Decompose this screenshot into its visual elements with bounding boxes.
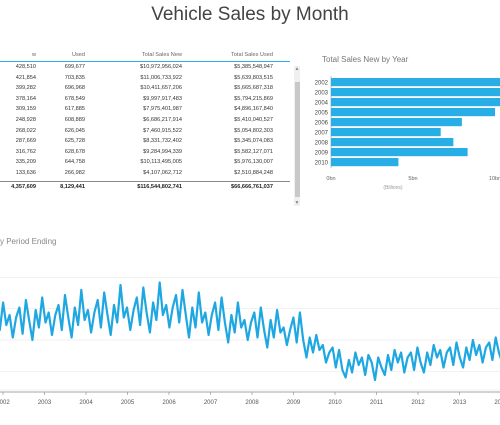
table-cell: 399,282 [15,85,36,92]
bar-category-label: 2009 [315,151,329,157]
column-header[interactable]: w [32,50,36,60]
table-cell: 335,209 [15,159,36,166]
table-cell: $5,794,215,869 [234,95,273,102]
line-chart: 2002 2003 2004 2005 2006 2007 2008 2009 2010 2011… [0,277,500,406]
bar [331,78,500,87]
total-cell: 4,357,609 [11,183,36,190]
dashboard: Vehicle Sales by Month w Used Total Sale… [0,0,500,425]
bar-category-label: 2005 [315,111,329,117]
line-x-tick-label: 2011 [370,400,384,406]
table-cell: 316,762 [15,148,36,155]
bar-category-label: 2010 [315,161,329,167]
column-header[interactable]: Total Sales Used [231,50,273,60]
bar [331,128,441,137]
dashboard-title: Vehicle Sales by Month [151,4,349,25]
line-x-tick-label: 2014 [494,400,500,406]
bar [331,138,454,147]
bar-category-label: 2006 [315,121,329,127]
total-cell: $66,666,761,037 [231,183,273,190]
table-cell: 628,678 [64,148,85,155]
line-x-tick-label: 2005 [121,400,135,406]
bar [331,88,500,97]
table-cell: 248,928 [15,117,36,123]
line-x-tick-label: 2002 [0,400,10,406]
line-x-tick-label: 2013 [453,400,467,406]
bar-x-tick-label: 5bn [408,176,417,182]
table-cell: $10,411,657,206 [140,85,182,92]
table-cell: $4,107,062,712 [143,170,182,176]
bar [331,158,399,167]
line-x-tick-label: 2008 [245,400,259,406]
bar-category-label: 2002 [315,81,329,87]
table-cell: $7,460,915,522 [143,127,182,134]
table-total-row: 4,357,609 8,129,441 $116,544,802,741 $66… [0,180,290,193]
bar [331,98,500,107]
series-line [0,281,500,382]
bar-category-label: 2008 [315,141,329,147]
table-cell: 266,982 [64,170,85,176]
table-cell: $4,896,167,840 [234,106,273,113]
total-cell: $116,544,802,741 [137,183,182,190]
table-cell: 268,022 [15,127,36,134]
table-cell: $2,510,884,248 [234,170,273,176]
bar-x-tick-label: 0bn [326,176,335,182]
table-cell: 428,510 [15,64,36,70]
table-cell: $6,686,217,914 [143,117,182,123]
bar [331,148,468,157]
table-cell: $8,331,732,402 [143,138,182,145]
table-cell: $5,639,803,515 [234,74,273,81]
table-cell: 287,669 [15,138,36,145]
table-cell: $5,665,687,318 [234,85,273,92]
table-cell: 625,728 [64,138,85,145]
table-cell: $5,345,074,083 [234,138,273,145]
total-cell: 8,129,441 [60,183,85,190]
table-cell: $5,976,130,007 [234,159,273,166]
bar-category-label: 2004 [315,101,329,107]
bar-category-label: 2003 [315,91,329,97]
table-cell: $9,997,917,483 [143,95,182,102]
table-cell: 608,889 [64,117,85,123]
table-cell: 421,854 [15,74,36,81]
column-header[interactable]: Used [72,50,85,60]
bar-chart: 2002 2003 2004 2005 2006 2007 2008 2009 2010 0bn 5… [315,76,500,191]
table-cell: $10,113,495,005 [140,159,182,166]
bar-category-label: 2007 [315,131,329,137]
table-cell: $7,975,401,987 [143,106,182,113]
table-header: w Used Total Sales New Total Sales Used [0,50,290,62]
table-cell: $9,284,994,339 [143,148,182,155]
table-cell: 644,758 [64,159,85,166]
table-cell: $5,385,548,947 [234,64,273,70]
table-cell: 699,677 [64,64,85,70]
line-chart-title: y Period Ending [0,237,57,246]
table-cell: 133,636 [15,170,36,176]
table-cell: 703,835 [64,74,85,81]
table-cell: 696,968 [64,85,85,92]
table-cell: 678,549 [64,95,85,102]
table-cell: $5,054,802,303 [234,127,273,134]
bar [331,118,462,127]
bar [331,108,495,117]
bar-chart-title: Total Sales New by Year [322,55,409,64]
line-x-tick-label: 2003 [38,400,52,406]
table-cell: $5,582,127,071 [234,148,273,155]
table-cell: 309,159 [15,106,36,113]
table-cell: 626,045 [64,127,85,134]
table-cell: 617,885 [64,106,85,113]
table-cell: $11,006,733,922 [140,74,182,81]
line-x-tick-label: 2012 [411,400,425,406]
sales-table: w Used Total Sales New Total Sales Used … [0,46,305,206]
table-cell: $5,410,040,527 [234,117,273,123]
line-x-tick-label: 2004 [79,400,93,406]
line-x-tick-label: 2006 [162,400,176,406]
bar-x-tick-label: 10bn [489,176,500,182]
table-row[interactable]: 133,636 266,982 $4,107,062,712 $2,510,884,2… [0,168,290,180]
line-x-tick-label: 2009 [287,400,301,406]
column-header[interactable]: Total Sales New [142,50,182,60]
table-cell: $10,972,956,024 [140,64,182,70]
bar-axis-unit-label: (Billions) [383,185,403,191]
line-x-tick-label: 2007 [204,400,218,406]
line-x-tick-label: 2010 [328,400,342,406]
table-cell: 378,164 [15,95,36,102]
